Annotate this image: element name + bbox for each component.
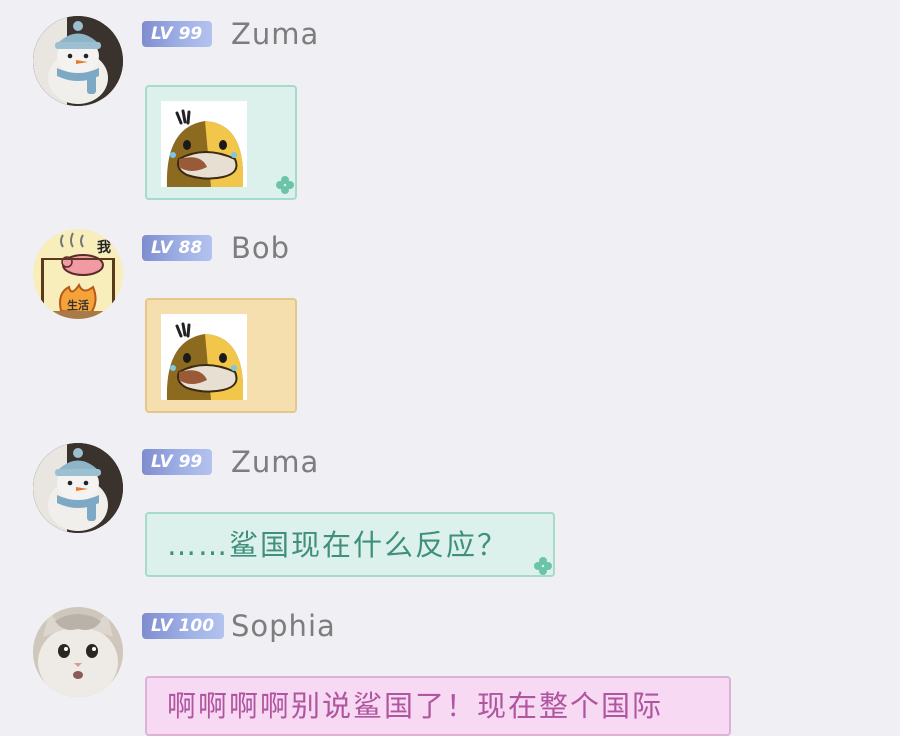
- level-badge: LV 100: [142, 613, 225, 639]
- message-text: ……鲨国现在什么反应？: [167, 528, 509, 562]
- message-bubble[interactable]: ……鲨国现在什么反应？: [145, 512, 555, 577]
- username: Zuma: [231, 17, 320, 51]
- message-text: 啊啊啊啊别说鲨国了！现在整个国际: [167, 689, 664, 723]
- avatar[interactable]: [33, 607, 123, 697]
- chat-thread: LV 99 Zuma 我 生活 LV 88 Bob LV 99 Zuma ……鲨…: [0, 0, 900, 736]
- avatar[interactable]: [33, 16, 123, 106]
- level-badge: LV 88: [142, 235, 213, 261]
- avatar-caption-bottom: 生活: [67, 299, 89, 312]
- cat-avatar-icon: [33, 607, 123, 697]
- username: Bob: [231, 231, 291, 265]
- snowman-avatar-icon: [33, 443, 123, 533]
- platypus-sticker-icon: [161, 314, 247, 400]
- sticker-image[interactable]: [161, 314, 247, 400]
- avatar-caption-top: 我: [97, 240, 111, 256]
- username: Zuma: [231, 445, 320, 479]
- message-bubble[interactable]: 啊啊啊啊别说鲨国了！现在整个国际: [145, 676, 731, 736]
- avatar[interactable]: [33, 443, 123, 533]
- message-bubble[interactable]: [145, 298, 297, 413]
- sticker-image[interactable]: [161, 101, 247, 187]
- snowman-avatar-icon: [33, 16, 123, 106]
- message-bubble[interactable]: [145, 85, 297, 200]
- platypus-sticker-icon: [161, 101, 247, 187]
- clover-icon: [276, 176, 294, 194]
- avatar[interactable]: 我 生活: [33, 229, 123, 319]
- username: Sophia: [231, 609, 336, 643]
- level-badge: LV 99: [142, 21, 213, 47]
- clover-icon: [534, 557, 552, 575]
- level-badge: LV 99: [142, 449, 213, 475]
